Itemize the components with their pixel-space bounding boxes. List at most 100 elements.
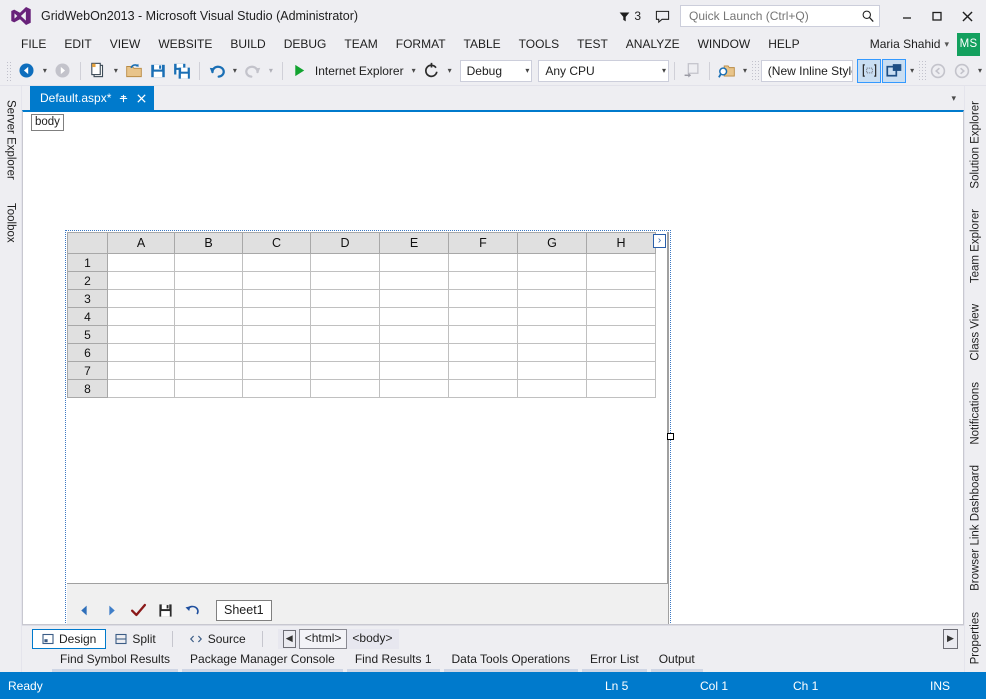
menu-item-file[interactable]: FILE (12, 33, 55, 55)
notifications-badge[interactable]: 3 (618, 9, 641, 23)
toolbar-separator (673, 61, 675, 80)
web-form-designer[interactable]: body › A B C D E F G H 1 2 3 4 5 6 7 8 S… (22, 110, 964, 625)
rail-tab-label: Server Explorer (4, 100, 17, 180)
rail-gap (965, 369, 986, 373)
solution-platform-select[interactable]: Any CPU ▾ (538, 59, 669, 82)
save-icon[interactable] (146, 59, 170, 83)
title-bar: GridWebOn2013 - Microsoft Visual Studio … (0, 0, 986, 32)
rail-tab-class-view[interactable]: Class View (965, 295, 986, 369)
rail-tab-server-explorer[interactable]: Server Explorer (0, 92, 21, 189)
overlay-caret-icon[interactable]: ▾ (906, 59, 918, 83)
menu-item-debug[interactable]: DEBUG (275, 33, 336, 55)
quick-launch-search[interactable] (680, 5, 880, 27)
quick-launch-input[interactable] (687, 8, 861, 24)
rail-tab-solution-explorer[interactable]: Solution Explorer (965, 92, 986, 197)
navigate-back-icon[interactable] (15, 59, 39, 83)
find-options-caret-icon[interactable]: ▾ (739, 59, 751, 83)
toolbar-grip[interactable] (6, 60, 13, 81)
pin-icon[interactable] (118, 93, 129, 104)
arrow-prev-icon (926, 59, 950, 83)
design-surface[interactable]: body › A B C D E F G H 1 2 3 4 5 6 7 8 S… (23, 112, 963, 624)
tab-source-label: Source (207, 631, 246, 646)
account-group: Maria Shahid ▾ MS (870, 32, 986, 56)
solution-configuration-select[interactable]: Debug ▾ (459, 59, 533, 82)
source-view-icon (189, 635, 202, 642)
document-tab-default-aspx[interactable]: Default.aspx* (30, 86, 155, 110)
style-application-select[interactable]: (New Inline Style ▾ (760, 59, 854, 82)
menu-item-edit[interactable]: EDIT (55, 33, 100, 55)
avatar[interactable]: MS (957, 32, 980, 56)
menu-item-tools[interactable]: TOOLS (510, 33, 568, 55)
start-debugging-icon[interactable] (288, 59, 312, 83)
undo-caret-icon[interactable]: ▾ (229, 59, 241, 83)
close-icon[interactable] (136, 93, 147, 104)
rail-tab-browser-link-dashboard[interactable]: Browser Link Dashboard (965, 455, 986, 599)
tag-chip-html[interactable]: <html> (298, 628, 348, 649)
bottom-tab-data-tools-operations[interactable]: Data Tools Operations (443, 651, 579, 672)
bottom-tab-package-manager-console[interactable]: Package Manager Console (182, 651, 343, 672)
feedback-icon[interactable] (655, 9, 670, 24)
menu-item-test[interactable]: TEST (568, 33, 617, 55)
rail-tab-label: Notifications (969, 381, 982, 445)
status-line: Ln 5 (605, 678, 629, 693)
split-view-icon (115, 633, 127, 644)
menu-item-team[interactable]: TEAM (335, 33, 386, 55)
body-tag-badge[interactable]: body (31, 114, 64, 131)
tab-design-view[interactable]: Design (32, 628, 107, 649)
document-tab-title: Default.aspx* (40, 91, 112, 105)
new-project-icon[interactable] (86, 59, 110, 83)
bottom-tab-output[interactable]: Output (650, 651, 703, 672)
rail-tab-properties[interactable]: Properties (965, 602, 986, 672)
maximize-button[interactable] (922, 3, 952, 29)
rail-gap (965, 599, 986, 603)
menu-item-help[interactable]: HELP (759, 33, 808, 55)
toggle-selection-tag-icon[interactable] (857, 58, 882, 83)
menu-item-format[interactable]: FORMAT (387, 33, 455, 55)
selection-handle-middle-right[interactable] (667, 433, 674, 440)
chevron-down-icon[interactable]: ▾ (944, 39, 949, 50)
menu-item-view[interactable]: VIEW (101, 33, 150, 55)
bottom-tab-find-results-1[interactable]: Find Results 1 (346, 651, 440, 672)
menu-item-analyze[interactable]: ANALYZE (617, 33, 689, 55)
new-project-caret-icon[interactable]: ▾ (110, 59, 122, 83)
tag-navigator-prev-icon[interactable]: ◀ (282, 629, 296, 648)
rail-tab-toolbox[interactable]: Toolbox (0, 194, 21, 252)
menu-item-website[interactable]: WEBSITE (149, 33, 221, 55)
arrow-next-icon (950, 59, 974, 83)
tag-navigator-next-icon[interactable]: ▶ (943, 628, 958, 649)
tab-design-label: Design (59, 631, 97, 646)
undo-icon[interactable] (205, 59, 229, 83)
tab-source-view[interactable]: Source (180, 629, 255, 649)
refresh-caret-icon[interactable]: ▾ (444, 59, 456, 83)
bottom-tab-error-list[interactable]: Error List (582, 651, 647, 672)
document-well: Default.aspx* ▾ body › A B C D E F G H 1… (22, 86, 964, 672)
navigate-back-caret-icon[interactable]: ▾ (39, 59, 51, 83)
toolbar-overflow-caret-icon[interactable]: ▾ (974, 59, 986, 83)
tab-overflow-chevron-icon[interactable]: ▾ (951, 93, 964, 104)
close-button[interactable] (952, 3, 982, 29)
bottom-tab-find-symbol-results[interactable]: Find Symbol Results (52, 651, 179, 672)
rail-tab-label: Browser Link Dashboard (969, 464, 982, 591)
toggle-overlay-icon[interactable] (882, 58, 907, 83)
menu-item-table[interactable]: TABLE (455, 33, 510, 55)
rail-tab-team-explorer[interactable]: Team Explorer (965, 200, 986, 292)
refresh-icon[interactable] (420, 59, 444, 83)
tag-chip-body[interactable]: <body> (347, 630, 397, 648)
toolbar-grip[interactable] (750, 59, 759, 82)
open-folder-icon[interactable] (122, 59, 146, 83)
right-tool-rail: Solution Explorer Team Explorer Class Vi… (964, 86, 986, 672)
account-name[interactable]: Maria Shahid (870, 37, 941, 51)
rail-tab-notifications[interactable]: Notifications (965, 372, 986, 453)
tab-split-view[interactable]: Split (106, 629, 164, 649)
toolbar-separator (79, 61, 81, 80)
menu-item-build[interactable]: BUILD (221, 33, 274, 55)
view-bar-separator (261, 630, 263, 647)
toolbar-grip[interactable] (918, 59, 927, 82)
start-debugging-label[interactable]: Internet Explorer (312, 64, 408, 78)
save-all-icon[interactable] (170, 59, 194, 83)
menu-item-window[interactable]: WINDOW (689, 33, 760, 55)
find-in-files-icon[interactable] (715, 59, 739, 83)
status-character: Ch 1 (793, 678, 819, 693)
minimize-button[interactable] (892, 3, 922, 29)
start-debugging-caret-icon[interactable]: ▾ (408, 59, 420, 83)
